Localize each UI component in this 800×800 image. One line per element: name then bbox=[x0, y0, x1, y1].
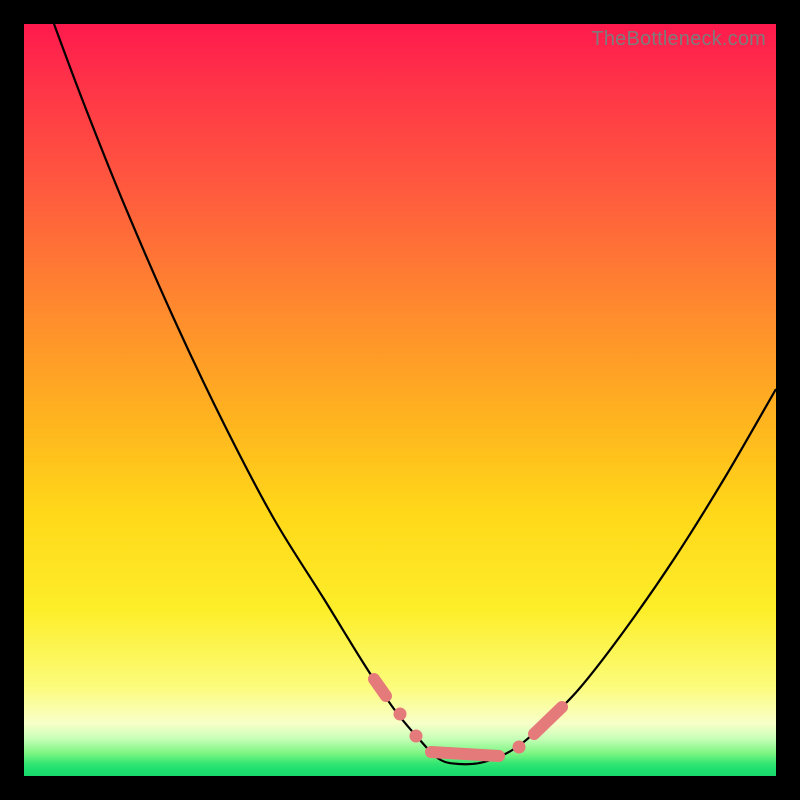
chart-frame: TheBottleneck.com bbox=[0, 0, 800, 800]
pink-segment bbox=[534, 707, 562, 734]
plot-area: TheBottleneck.com bbox=[24, 24, 776, 776]
pink-dot bbox=[394, 708, 407, 721]
bottleneck-curve bbox=[54, 24, 776, 764]
pink-segment bbox=[374, 679, 386, 696]
pink-dot bbox=[513, 741, 526, 754]
pink-markers bbox=[374, 679, 562, 756]
pink-segment bbox=[431, 752, 499, 756]
curve-svg bbox=[24, 24, 776, 776]
pink-dot bbox=[410, 730, 423, 743]
